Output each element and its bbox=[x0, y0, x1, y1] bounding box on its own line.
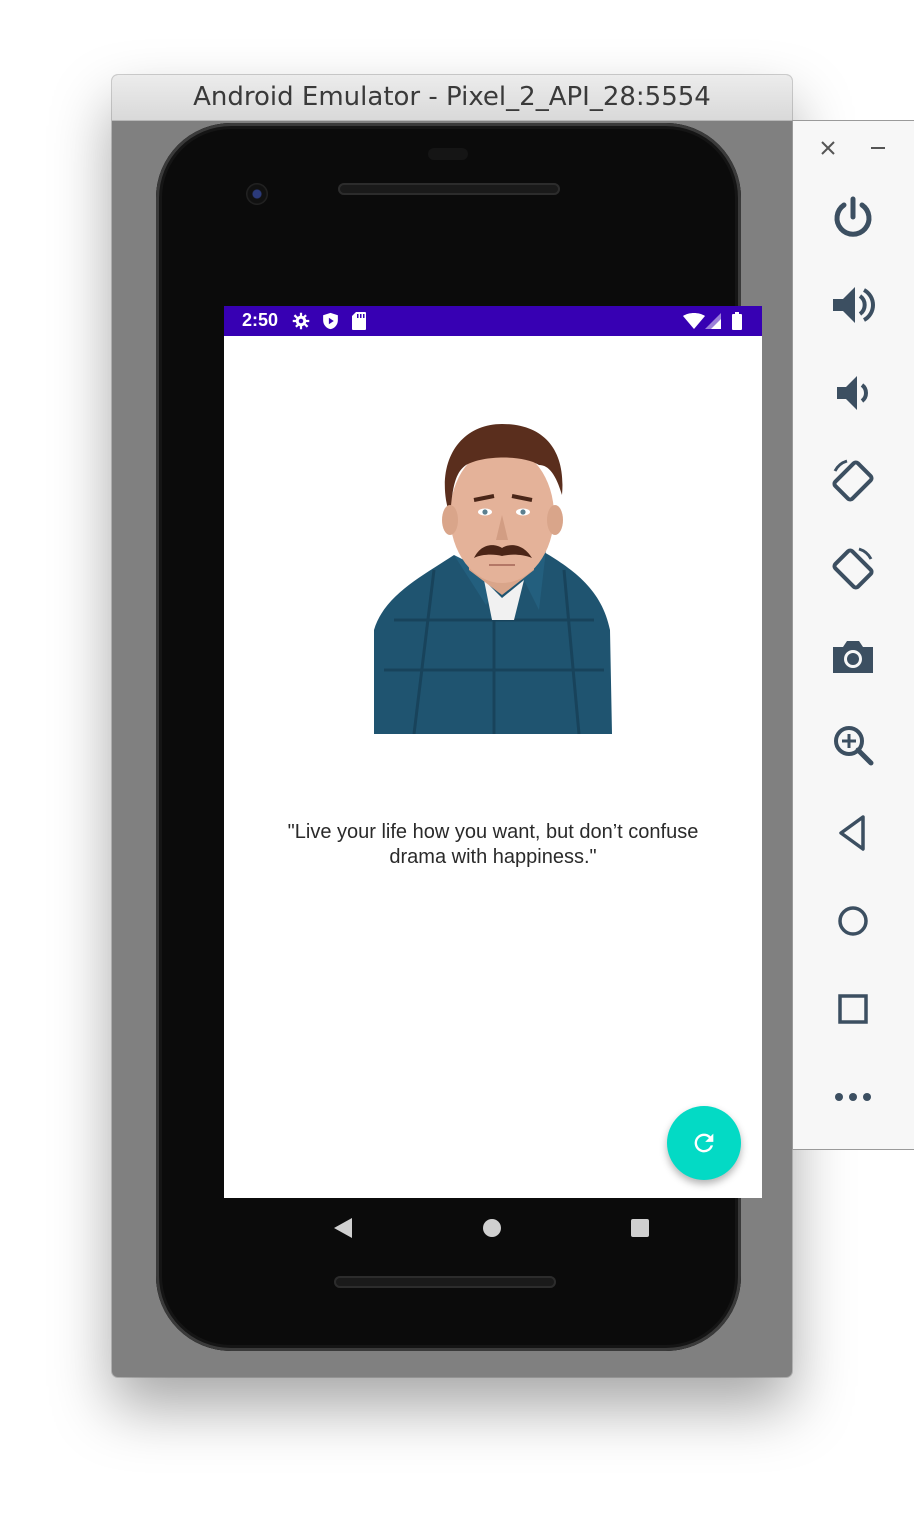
home-icon bbox=[838, 906, 868, 936]
zoom-button[interactable] bbox=[829, 721, 877, 769]
more-icon bbox=[835, 1093, 871, 1101]
wifi-icon bbox=[683, 313, 705, 334]
proximity-sensor bbox=[428, 148, 468, 160]
power-icon bbox=[834, 196, 872, 237]
power-button[interactable] bbox=[829, 193, 877, 241]
more-button[interactable] bbox=[829, 1073, 877, 1121]
emulator-window: Android Emulator - Pixel_2_API_28:5554 2… bbox=[112, 75, 792, 1377]
portrait-image bbox=[374, 420, 612, 735]
emulator-toolbar bbox=[792, 120, 914, 1150]
minimize-icon[interactable] bbox=[869, 139, 887, 162]
volume-down-icon bbox=[837, 376, 868, 410]
home-button[interactable] bbox=[829, 897, 877, 945]
camera-icon bbox=[833, 641, 873, 673]
window-title: Android Emulator - Pixel_2_API_28:5554 bbox=[112, 75, 792, 121]
settings-icon bbox=[292, 312, 310, 335]
nav-home-button[interactable] bbox=[482, 1218, 502, 1243]
sd-card-icon bbox=[352, 312, 366, 335]
status-time: 2:50 bbox=[242, 310, 279, 330]
quote-text: "Live your life how you want, but don’t … bbox=[287, 821, 699, 868]
refresh-button[interactable] bbox=[667, 1106, 741, 1180]
rotate-left-button[interactable] bbox=[829, 457, 877, 505]
screenshot-button[interactable] bbox=[829, 633, 877, 681]
volume-up-icon bbox=[833, 287, 875, 323]
status-bar: 2:50 bbox=[224, 306, 762, 336]
battery-icon bbox=[732, 312, 742, 335]
rotate-right-button[interactable] bbox=[829, 545, 877, 593]
nav-recents-button[interactable] bbox=[630, 1218, 650, 1243]
back-icon bbox=[839, 815, 865, 851]
bottom-speaker bbox=[334, 1276, 556, 1288]
rotate-right-icon bbox=[832, 547, 874, 590]
phone-frame: 2:50 "Live your life how you want, but d… bbox=[156, 123, 762, 1351]
phone-screen: 2:50 "Live your life how you want, but d… bbox=[224, 306, 762, 1198]
rotate-left-icon bbox=[832, 459, 874, 502]
zoom-icon bbox=[834, 726, 874, 766]
back-button[interactable] bbox=[829, 809, 877, 857]
volume-up-button[interactable] bbox=[829, 281, 877, 329]
overview-icon bbox=[838, 994, 868, 1024]
nav-back-button[interactable] bbox=[332, 1216, 354, 1245]
earpiece-speaker bbox=[338, 183, 560, 195]
close-icon[interactable] bbox=[819, 139, 837, 162]
overview-button[interactable] bbox=[829, 985, 877, 1033]
front-camera bbox=[246, 183, 268, 205]
refresh-icon bbox=[694, 1133, 714, 1153]
nav-bar bbox=[224, 1198, 762, 1260]
shield-icon bbox=[322, 312, 339, 335]
volume-down-button[interactable] bbox=[829, 369, 877, 417]
signal-icon bbox=[705, 313, 721, 334]
app-content: "Live your life how you want, but don’t … bbox=[224, 336, 762, 1198]
